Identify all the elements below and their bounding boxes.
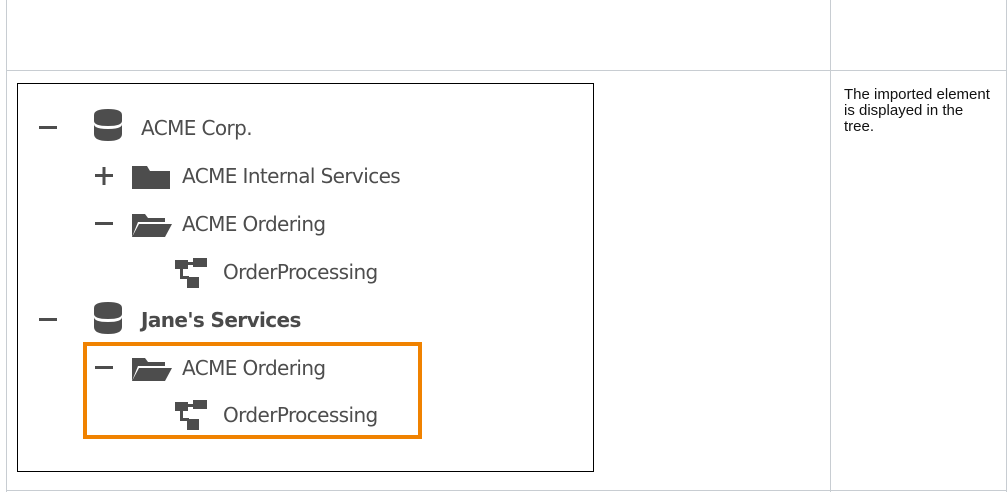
description-text: The imported element is displayed in the… [844, 86, 990, 135]
database-icon [94, 302, 122, 334]
table-divider [830, 0, 831, 492]
table-border-right [1006, 0, 1007, 492]
collapse-icon[interactable] [38, 310, 58, 330]
tree-node-label[interactable]: ACME Ordering [182, 212, 326, 236]
collapse-icon[interactable] [38, 118, 58, 138]
folder-closed-icon [132, 166, 170, 189]
database-icon [94, 109, 122, 141]
table-border-bottom [6, 490, 1007, 491]
tree-node-label[interactable]: OrderProcessing [223, 260, 378, 284]
tree-node-label[interactable]: ACME Internal Services [182, 164, 401, 188]
process-icon [175, 258, 207, 288]
tree-node-label[interactable]: ACME Corp. [141, 116, 253, 140]
tree-node-label[interactable]: Jane's Services [141, 308, 301, 332]
imported-element-highlight [83, 342, 422, 439]
table-row-divider [6, 70, 1007, 71]
table-border-left [6, 0, 7, 492]
expand-icon[interactable] [94, 166, 114, 186]
folder-open-icon [132, 214, 172, 237]
collapse-icon[interactable] [94, 214, 114, 234]
